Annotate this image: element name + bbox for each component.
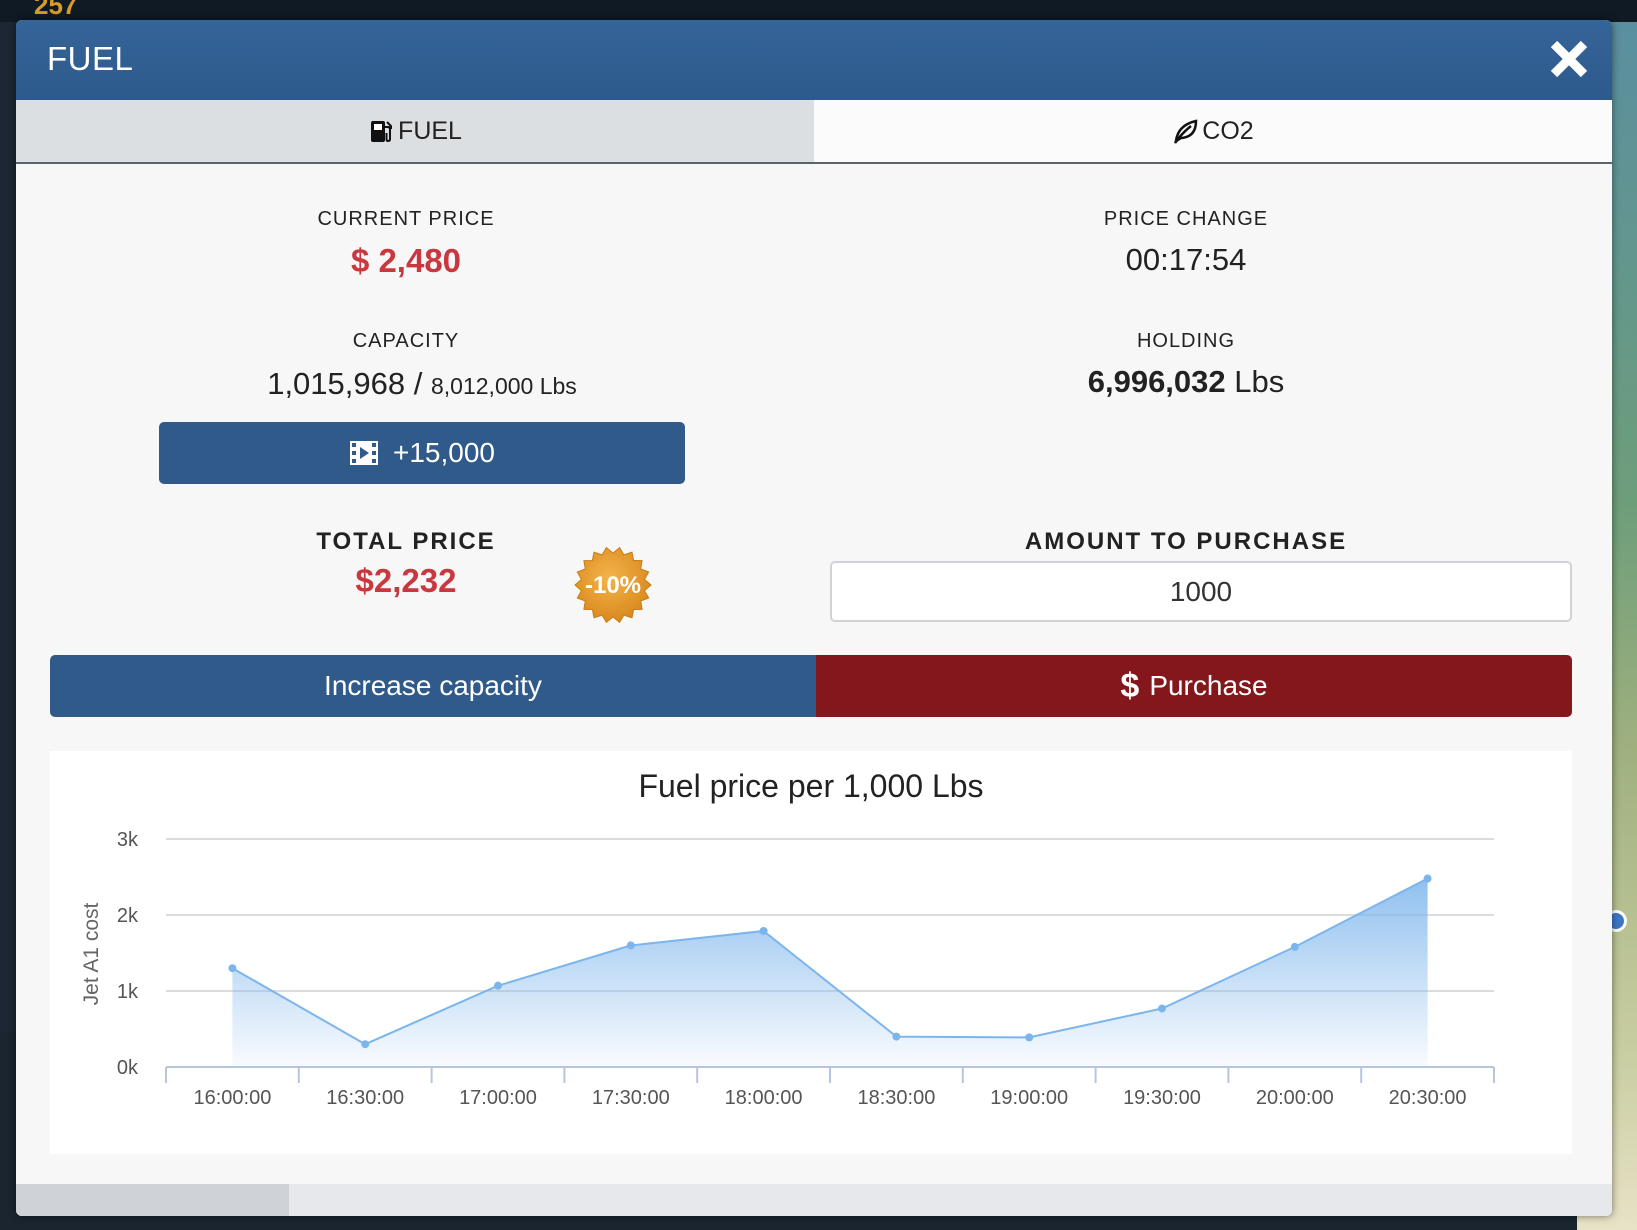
chart-data-point [1158, 1004, 1166, 1013]
amount-label: AMOUNT TO PURCHASE [1024, 528, 1348, 555]
total-price-label: TOTAL PRICE [316, 528, 496, 555]
tab-co2-label: CO2 [1202, 116, 1254, 145]
chart-x-tick-label: 18:30:00 [857, 1087, 935, 1109]
horizontal-scrollbar[interactable] [16, 1184, 1612, 1216]
fuel-pump-icon [371, 121, 393, 143]
increase-capacity-button[interactable]: Increase capacity [50, 655, 816, 717]
chart-x-tick-label: 18:00:00 [725, 1087, 803, 1109]
chart-data-point [759, 926, 768, 935]
chart-data-point [494, 981, 502, 990]
chart-title: Fuel price per 1,000 Lbs [638, 768, 983, 804]
background-topbar: 257 [0, 0, 1637, 22]
fuel-modal: FUEL FUEL CO2 CURRENT PRICE $ 2,480 CAPA… [16, 20, 1612, 1216]
purchase-label: Purchase [1149, 670, 1268, 701]
chart-x-tick-label: 20:00:00 [1256, 1087, 1334, 1109]
chart-svg: Fuel price per 1,000 Lbs Jet A1 cost 0k 1k 2… [80, 768, 1495, 1109]
chart-x-tick-label: 17:00:00 [459, 1087, 537, 1109]
capacity-max: 8,012,000 Lbs [431, 373, 577, 399]
chart-y-tick-label: 3k [117, 829, 139, 851]
total-price-value: $2,232 [355, 562, 457, 599]
capacity-current: 1,015,968 [267, 366, 406, 401]
holding-value: 6,996,032 Lbs [1016, 364, 1356, 400]
leaf-icon [1174, 119, 1198, 144]
price-change-label: PRICE CHANGE [1103, 208, 1269, 230]
chart-x-tick-label: 16:30:00 [326, 1087, 404, 1109]
fuel-price-chart: Fuel price per 1,000 Lbs Jet A1 cost 0k 1k 2… [50, 751, 1572, 1154]
video-icon [350, 441, 378, 465]
modal-header: FUEL [16, 20, 1612, 100]
chart-data-point [361, 1040, 370, 1049]
tab-fuel[interactable]: FUEL [16, 100, 814, 162]
current-price-label: CURRENT PRICE [317, 208, 495, 230]
chart-data-point [892, 1032, 901, 1041]
chart-x-tick-label: 19:00:00 [990, 1087, 1068, 1109]
chart-y-tick-label: 2k [117, 905, 139, 927]
capacity-label: CAPACITY [352, 330, 460, 352]
capacity-value: 1,015,968 / 8,012,000 Lbs [159, 366, 685, 402]
chart-data-point [228, 964, 237, 973]
chart-x-tick-label: 19:30:00 [1123, 1087, 1201, 1109]
chart-data-point [626, 941, 635, 950]
discount-badge: -10% [572, 544, 654, 626]
purchase-button[interactable]: $ Purchase [816, 655, 1572, 717]
tab-bar: FUEL CO2 [16, 100, 1612, 164]
chart-y-tick-label: 0k [117, 1057, 139, 1079]
discount-badge-text: -10% [585, 572, 641, 599]
watch-ad-capacity-label: +15,000 [393, 437, 495, 468]
holding-amount: 6,996,032 [1087, 364, 1226, 399]
dollar-icon: $ [1120, 666, 1140, 705]
scrollbar-thumb[interactable] [16, 1184, 289, 1216]
close-icon [1550, 40, 1588, 78]
discount-starburst-icon: -10% [574, 546, 652, 624]
watch-ad-capacity-button[interactable]: +15,000 [159, 422, 685, 484]
chart-x-tick-label: 20:30:00 [1389, 1087, 1467, 1109]
close-button[interactable] [1544, 34, 1594, 84]
price-change-value: 00:17:54 [1125, 242, 1247, 277]
chart-y-tick-label: 1k [117, 981, 139, 1003]
tab-co2[interactable]: CO2 [814, 100, 1612, 162]
background-topbar-text: 257 [34, 0, 78, 20]
chart-y-axis-label: Jet A1 cost [80, 902, 103, 1005]
capacity-separator: / [413, 366, 423, 401]
chart-x-tick-label: 16:00:00 [193, 1087, 271, 1109]
tab-fuel-label: FUEL [398, 116, 462, 145]
chart-data-point [1025, 1033, 1034, 1042]
chart-x-tick-label: 17:30:00 [592, 1087, 670, 1109]
chart-data-point [1290, 942, 1299, 951]
holding-label: HOLDING [1136, 330, 1236, 352]
increase-capacity-label: Increase capacity [324, 670, 542, 701]
background-sidebar [0, 22, 16, 1032]
amount-input[interactable] [830, 561, 1572, 622]
modal-title: FUEL [47, 40, 134, 77]
chart-series-area [232, 878, 1428, 1067]
holding-unit: Lbs [1234, 364, 1285, 399]
current-price-value: $ 2,480 [350, 242, 462, 279]
chart-data-point [1423, 874, 1432, 883]
